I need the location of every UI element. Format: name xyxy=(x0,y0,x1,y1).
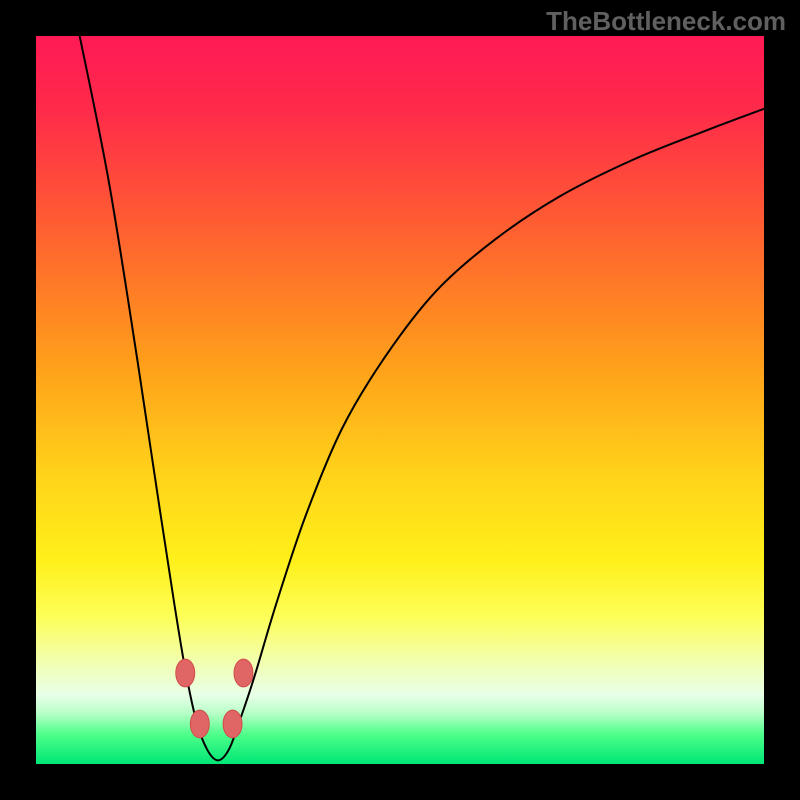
gradient-background xyxy=(36,36,764,764)
watermark-text: TheBottleneck.com xyxy=(546,6,786,37)
threshold-dot xyxy=(234,659,253,687)
threshold-dot xyxy=(190,710,209,738)
plot-area xyxy=(36,36,764,764)
chart-frame: TheBottleneck.com xyxy=(0,0,800,800)
threshold-dot xyxy=(176,659,195,687)
bottleneck-chart xyxy=(36,36,764,764)
threshold-dot xyxy=(223,710,242,738)
